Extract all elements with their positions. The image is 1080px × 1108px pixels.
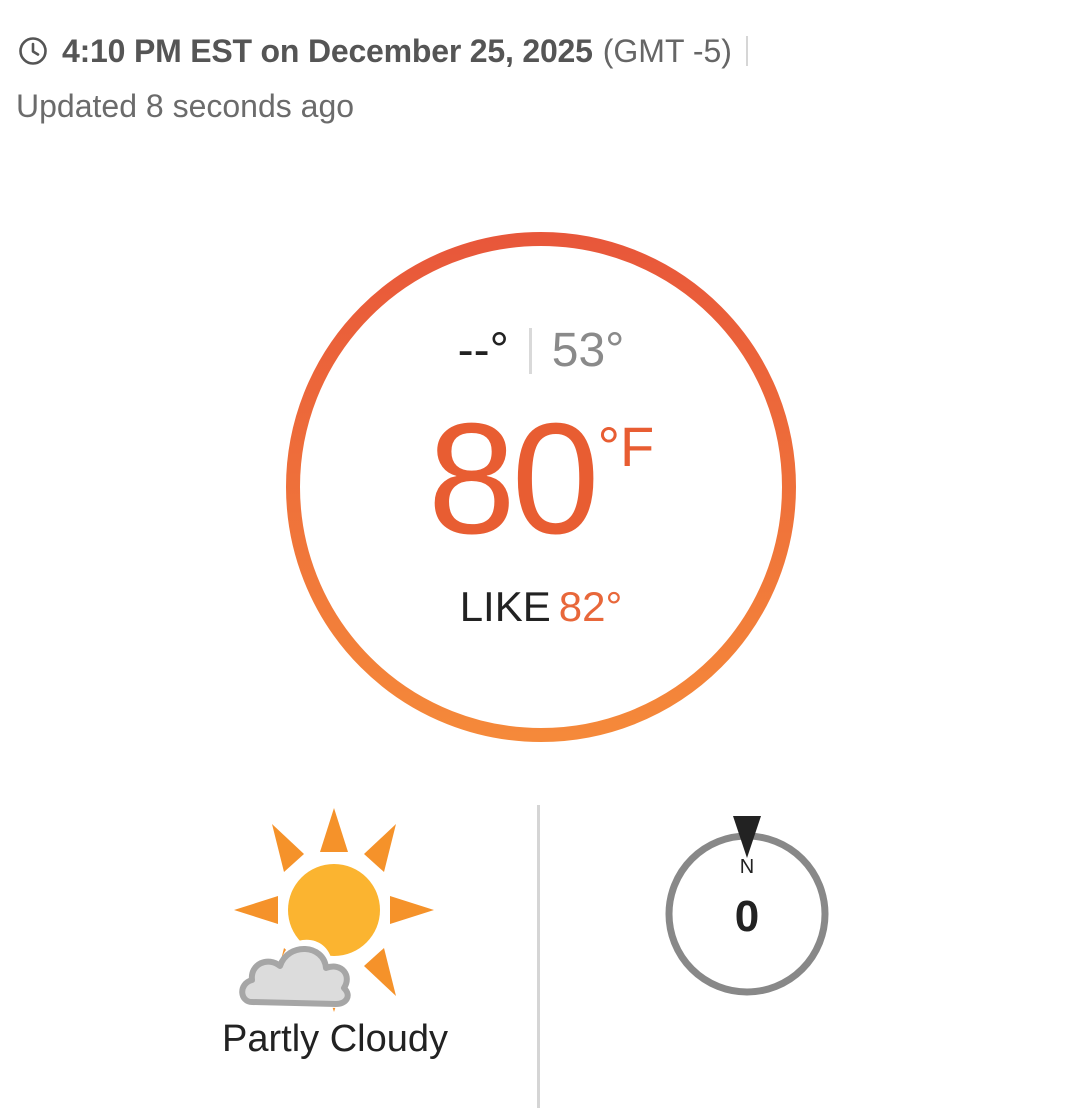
wind-direction-label: N <box>739 856 755 878</box>
last-updated-text: Updated 8 seconds ago <box>16 88 355 124</box>
timezone-offset: (GMT -5) <box>602 32 732 69</box>
current-temperature-circle: --° 53° 80 °F LIKE 82° <box>285 231 797 743</box>
wind-compass: N 0 <box>663 812 831 998</box>
current-temperature: 80 °F <box>285 399 797 559</box>
high-low-divider <box>528 327 532 374</box>
partly-cloudy-icon <box>228 806 440 1018</box>
condition-label: Partly Cloudy <box>222 1018 448 1060</box>
observation-time-row: 4:10 PM EST on December 25, 2025 (GMT -5… <box>18 28 748 74</box>
wind-speed-value: 0 <box>734 892 760 941</box>
high-low-row: --° 53° <box>285 323 797 378</box>
feels-like-label: LIKE <box>459 583 551 630</box>
feels-like-row: LIKE 82° <box>285 583 797 631</box>
section-divider <box>537 805 540 1108</box>
observation-time: 4:10 PM EST on December 25, 2025 <box>62 32 593 69</box>
header-divider <box>745 36 748 66</box>
clock-icon <box>18 36 48 66</box>
low-temperature: 53° <box>551 324 625 377</box>
high-temperature: --° <box>457 324 509 377</box>
feels-like-value: 82° <box>558 583 623 630</box>
temperature-unit: °F <box>597 415 655 478</box>
current-temperature-value: 80 <box>427 391 600 567</box>
